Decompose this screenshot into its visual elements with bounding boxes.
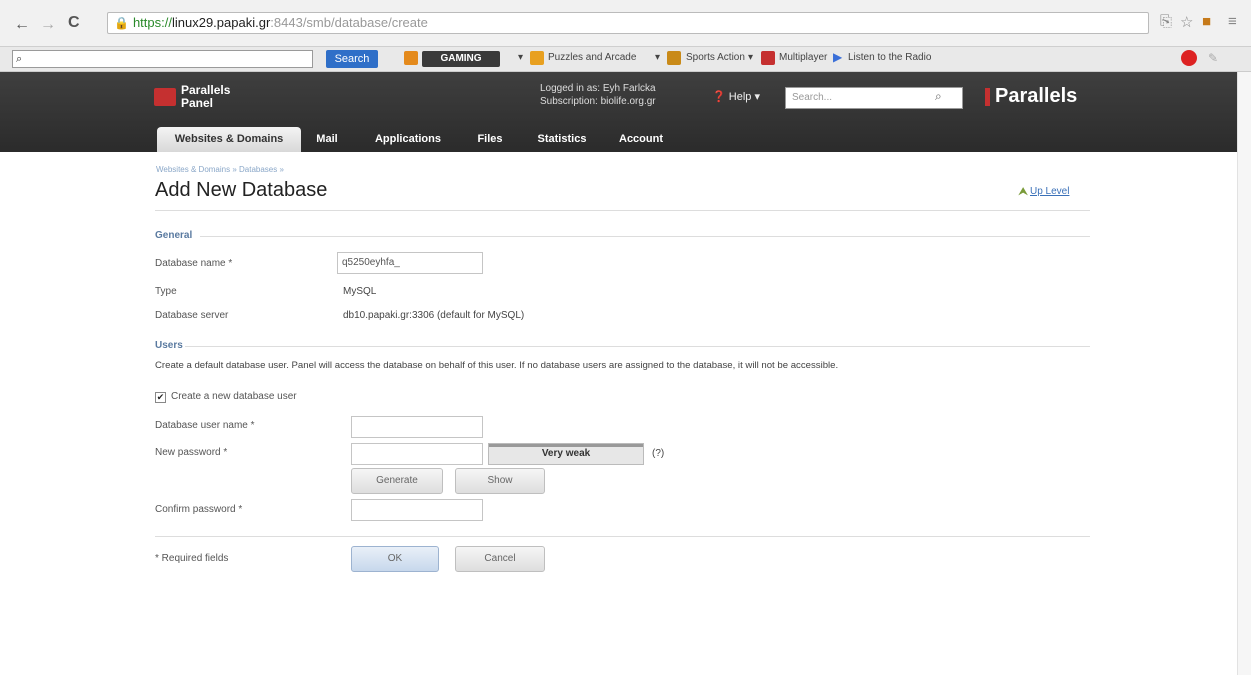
ok-button[interactable]: OK: [351, 546, 439, 572]
parallels-panel-logo-icon: [154, 88, 176, 106]
toolbar-search-button[interactable]: Search: [326, 50, 378, 68]
tab-mail[interactable]: Mail: [305, 127, 349, 152]
subscription-info[interactable]: Subscription: biolife.org.gr: [540, 96, 656, 108]
toolbar-search-input[interactable]: ⌕: [12, 50, 313, 68]
translate-icon[interactable]: ⎘: [1160, 13, 1172, 30]
cancel-button[interactable]: Cancel: [455, 546, 545, 572]
dropdown-icon[interactable]: ▾: [655, 52, 660, 63]
search-icon: ⌕: [16, 53, 23, 65]
tab-files[interactable]: Files: [465, 127, 515, 152]
divider: [185, 346, 1090, 347]
confirm-password-input[interactable]: [351, 499, 483, 521]
confirm-password-label: Confirm password *: [155, 504, 243, 515]
section-users: Users: [155, 340, 183, 351]
users-description: Create a default database user. Panel wi…: [155, 360, 839, 371]
search-icon[interactable]: ⌕: [935, 89, 942, 104]
user-name-input[interactable]: [351, 416, 483, 438]
tab-websites-domains[interactable]: Websites & Domains: [157, 127, 301, 152]
gaming-link[interactable]: GAMING: [422, 51, 500, 67]
sports-icon: [667, 51, 681, 65]
create-user-label[interactable]: Create a new database user: [171, 391, 297, 402]
tab-account[interactable]: Account: [605, 127, 677, 152]
new-password-input[interactable]: [351, 443, 483, 465]
help-icon: ❓: [712, 91, 726, 103]
star-icon[interactable]: ☆: [1180, 13, 1193, 31]
password-help-link[interactable]: (?): [652, 448, 664, 459]
menu-icon[interactable]: ≡: [1228, 13, 1237, 30]
address-bar[interactable]: 🔒 https://linux29.papaki.gr:8443/smb/data…: [107, 12, 1149, 34]
create-user-checkbox[interactable]: ✔: [155, 392, 166, 403]
logged-in-user[interactable]: Logged in as: Eyh Farlcka: [540, 83, 656, 95]
dropdown-icon[interactable]: ▾: [518, 52, 523, 63]
back-arrow-icon[interactable]: ←: [14, 16, 30, 34]
panel-logo-text: Panel: [181, 96, 214, 110]
toolbar-item-multiplayer[interactable]: Multiplayer: [779, 52, 827, 63]
up-level-icon: ⮝: [1018, 184, 1029, 198]
db-name-input[interactable]: q5250eyhfa_: [337, 252, 483, 274]
user-name-label: Database user name *: [155, 420, 255, 431]
parallels-brand: Parallels: [995, 85, 1078, 107]
tools-icon[interactable]: ✎: [1208, 51, 1218, 65]
puzzle-icon: [530, 51, 544, 65]
gaming-logo-icon: [404, 51, 418, 65]
parallels-brand-mark: [985, 88, 990, 106]
dropdown-icon[interactable]: ▾: [748, 52, 753, 63]
new-password-label: New password *: [155, 447, 228, 458]
show-button[interactable]: Show: [455, 468, 545, 494]
reload-icon[interactable]: C: [68, 14, 80, 32]
forward-arrow-icon[interactable]: →: [40, 16, 56, 34]
toolbar-item-radio[interactable]: Listen to the Radio: [848, 52, 931, 63]
db-name-label: Database name *: [155, 258, 233, 269]
breadcrumb[interactable]: Websites & Domains » Databases »: [156, 165, 284, 174]
tab-statistics[interactable]: Statistics: [519, 127, 605, 152]
db-server-label: Database server: [155, 310, 229, 321]
up-level-link[interactable]: Up Level: [1030, 186, 1069, 197]
tab-applications[interactable]: Applications: [353, 127, 463, 152]
opera-icon[interactable]: [1181, 50, 1197, 66]
type-value: MySQL: [343, 286, 377, 297]
lock-icon: 🔒: [114, 16, 129, 30]
page-title: Add New Database: [155, 179, 328, 201]
toolbar-item-puzzles[interactable]: Puzzles and Arcade: [548, 52, 636, 63]
divider: [200, 236, 1090, 237]
toolbar-item-sports[interactable]: Sports Action: [686, 52, 745, 63]
password-strength-bar: [489, 444, 643, 447]
help-menu[interactable]: ❓ Help ▾: [712, 90, 760, 103]
divider: [155, 210, 1090, 211]
divider: [155, 536, 1090, 537]
section-general: General: [155, 230, 193, 241]
generate-button[interactable]: Generate: [351, 468, 443, 494]
page-scrollbar[interactable]: [1237, 72, 1251, 675]
play-icon: ▶: [833, 50, 843, 64]
db-server-value: db10.papaki.gr:3306 (default for MySQL): [343, 310, 525, 321]
type-label: Type: [155, 286, 177, 297]
multiplayer-icon: [761, 51, 775, 65]
extension-icon[interactable]: ■: [1202, 13, 1211, 30]
required-fields-note: * Required fields: [155, 553, 229, 564]
panel-logo-text: Parallels: [181, 83, 231, 97]
